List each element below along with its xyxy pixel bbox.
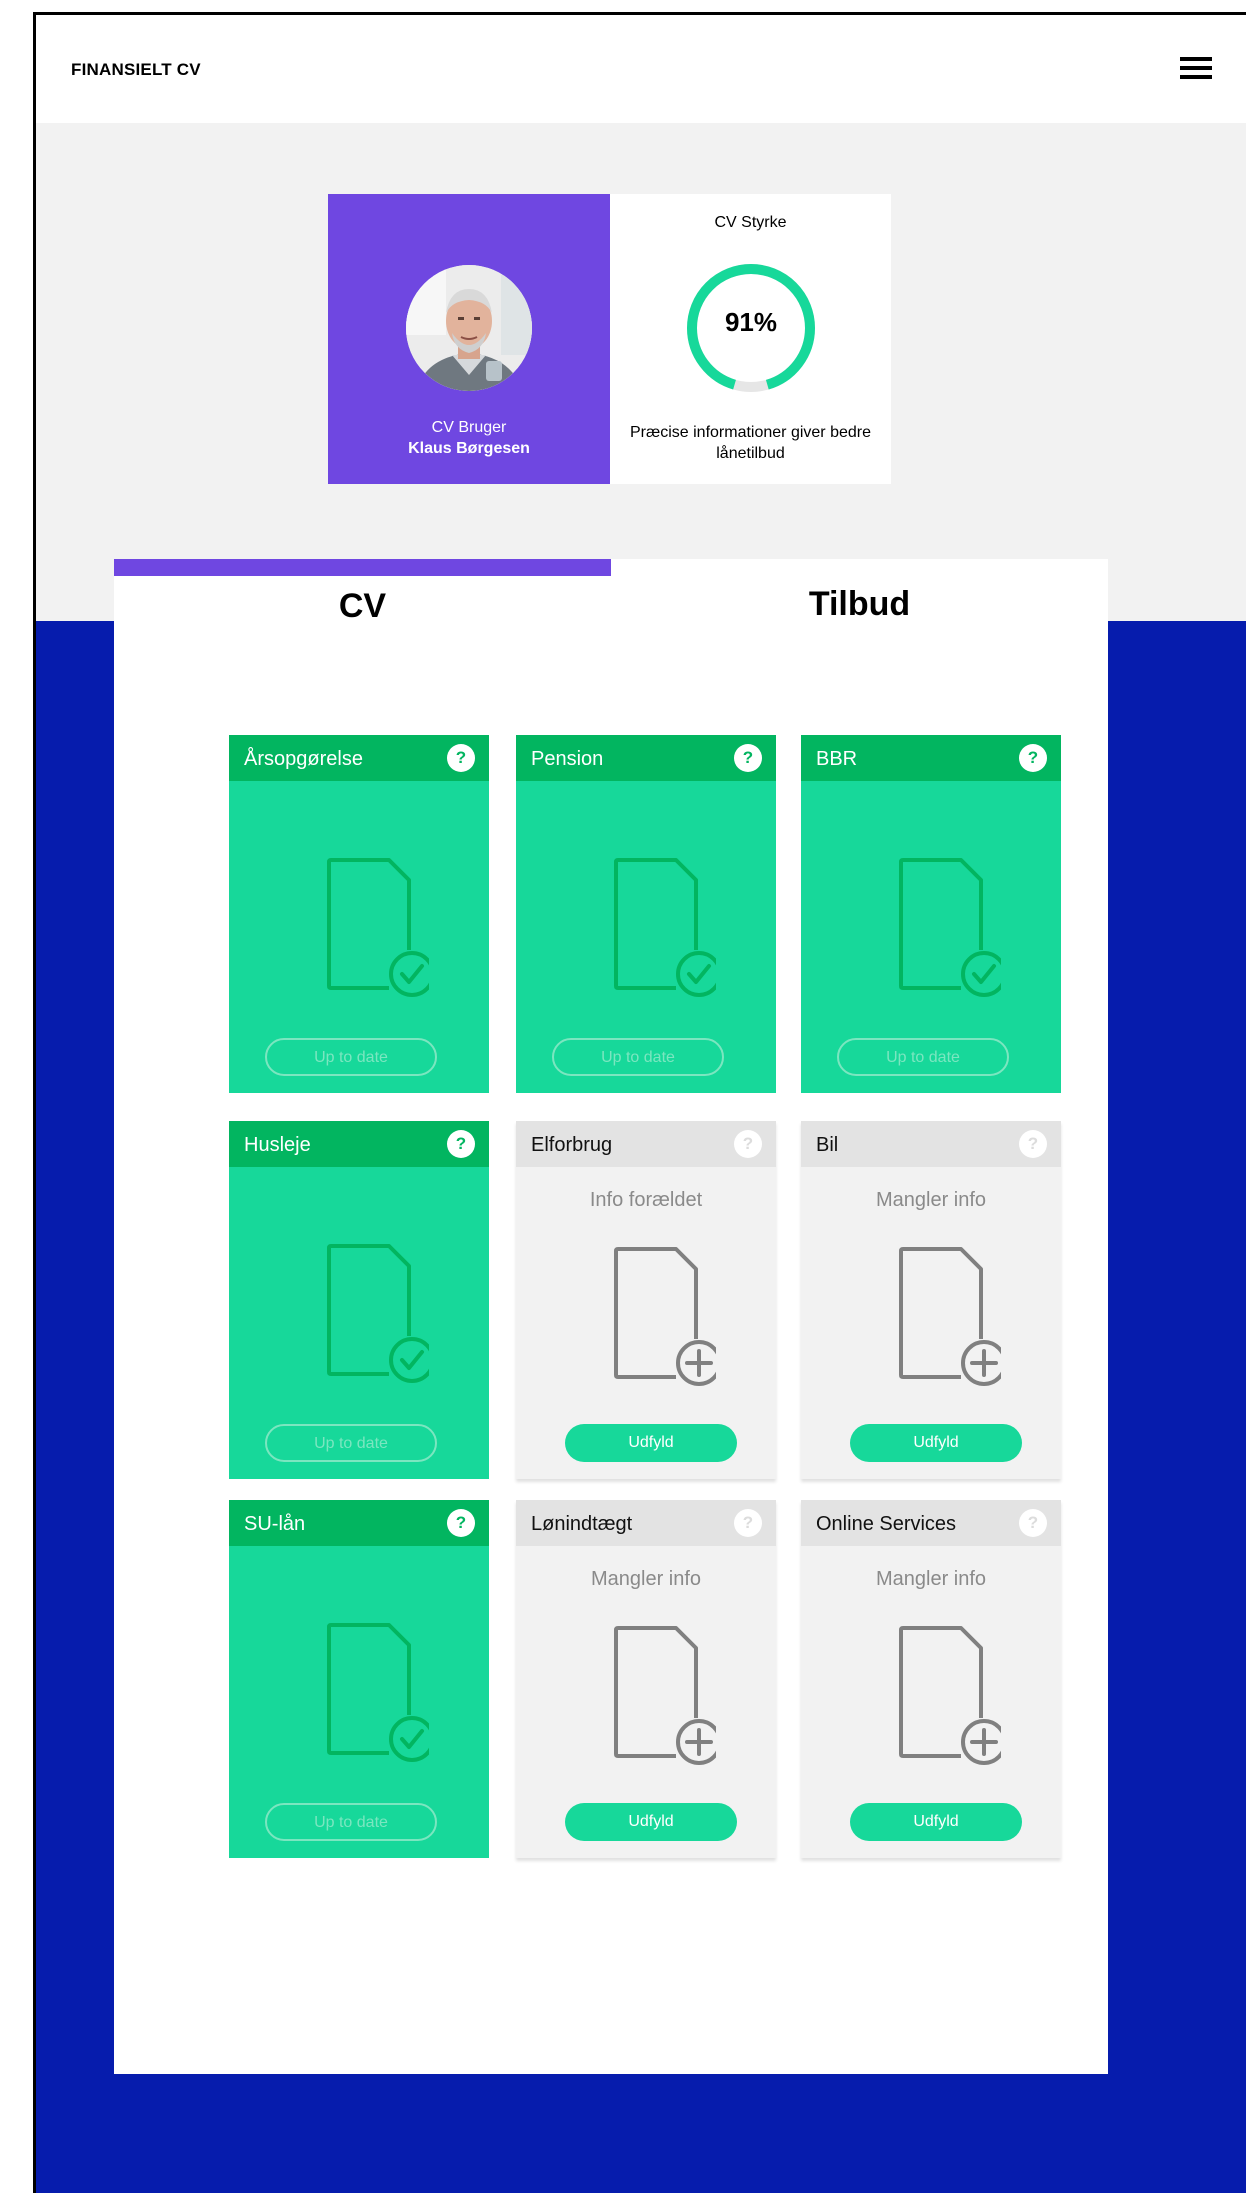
card-title: Lønindtægt — [531, 1513, 633, 1535]
document-add-icon — [586, 1618, 722, 1768]
udfyld-button[interactable]: Udfyld — [850, 1803, 1022, 1841]
card-header: Elforbrug? — [516, 1121, 776, 1167]
card-header: Bil? — [801, 1121, 1061, 1167]
document-add-icon — [871, 1239, 1007, 1389]
document-add-icon — [586, 1239, 722, 1389]
card-header: BBR? — [801, 735, 1061, 781]
card-header: Online Services? — [801, 1500, 1061, 1546]
cv-card[interactable]: Årsopgørelse? Up to date — [229, 735, 489, 1093]
up-to-date-button[interactable]: Up to date — [552, 1038, 724, 1076]
cv-card[interactable]: Husleje? Up to date — [229, 1121, 489, 1479]
card-title: Bil — [816, 1134, 839, 1156]
hamburger-icon[interactable] — [1180, 57, 1212, 79]
card-header: Årsopgørelse? — [229, 735, 489, 781]
udfyld-button[interactable]: Udfyld — [565, 1424, 737, 1462]
card-title: Elforbrug — [531, 1134, 613, 1156]
card-header: SU-lån? — [229, 1500, 489, 1546]
up-to-date-button[interactable]: Up to date — [837, 1038, 1009, 1076]
help-icon[interactable]: ? — [1019, 744, 1047, 772]
help-icon[interactable]: ? — [1019, 1509, 1047, 1537]
cv-strength-title: CV Styrke — [714, 214, 787, 231]
card-status: Mangler info — [590, 1568, 702, 1590]
help-icon[interactable]: ? — [447, 1130, 475, 1158]
up-to-date-button[interactable]: Up to date — [265, 1038, 437, 1076]
card-status: Mangler info — [875, 1568, 987, 1590]
tab-tilbud-label: Tilbud — [808, 585, 911, 623]
cv-card[interactable]: Elforbrug? Info forældet Udfyld — [516, 1121, 776, 1479]
udfyld-button[interactable]: Udfyld — [565, 1803, 737, 1841]
cv-strength-note: Præcise informationer giver bedre låneti… — [630, 424, 871, 462]
card-status: Info forældet — [589, 1189, 703, 1211]
card-title: Online Services — [816, 1513, 957, 1535]
cv-card[interactable]: Pension? Up to date — [516, 735, 776, 1093]
cv-card[interactable]: Online Services? Mangler info Udfyld — [801, 1500, 1061, 1858]
help-icon[interactable]: ? — [734, 744, 762, 772]
document-check-icon — [871, 850, 1007, 1000]
help-icon[interactable]: ? — [1019, 1130, 1047, 1158]
cv-card[interactable]: Lønindtægt? Mangler info Udfyld — [516, 1500, 776, 1858]
user-role: CV Bruger — [431, 419, 507, 436]
card-title: SU-lån — [244, 1513, 306, 1535]
cv-strength-value: 91% — [724, 307, 778, 337]
avatar — [406, 265, 532, 391]
document-check-icon — [299, 1236, 435, 1386]
profile-user-panel: CV Bruger Klaus Børgesen — [328, 194, 610, 484]
help-icon[interactable]: ? — [447, 744, 475, 772]
card-header: Husleje? — [229, 1121, 489, 1167]
profile-card: CV Bruger Klaus Børgesen CV Styrke 91% P… — [328, 194, 891, 484]
card-header: Lønindtægt? — [516, 1500, 776, 1546]
document-check-icon — [586, 850, 722, 1000]
help-icon[interactable]: ? — [734, 1130, 762, 1158]
document-add-icon — [871, 1618, 1007, 1768]
card-title: Pension — [531, 748, 604, 770]
cv-panel: CV Tilbud Årsopgørelse? Up to date Pension… — [114, 559, 1108, 2074]
top-header: FINANSIELT CV — [36, 15, 1246, 123]
brand-logo[interactable]: FINANSIELT CV — [71, 60, 201, 80]
cv-strength-panel: CV Styrke 91% Præcise informationer give… — [610, 194, 891, 484]
cv-card[interactable]: BBR? Up to date — [801, 735, 1061, 1093]
up-to-date-button[interactable]: Up to date — [265, 1803, 437, 1841]
help-icon[interactable]: ? — [734, 1509, 762, 1537]
cv-card[interactable]: SU-lån? Up to date — [229, 1500, 489, 1858]
document-check-icon — [299, 850, 435, 1000]
document-check-icon — [299, 1615, 435, 1765]
card-title: Årsopgørelse — [244, 748, 363, 770]
tab-tilbud[interactable]: Tilbud — [611, 559, 1108, 629]
card-title: Husleje — [244, 1134, 311, 1156]
card-status: Mangler info — [875, 1189, 987, 1211]
tab-cv-label: CV — [338, 587, 387, 625]
udfyld-button[interactable]: Udfyld — [850, 1424, 1022, 1462]
cv-card[interactable]: Bil? Mangler info Udfyld — [801, 1121, 1061, 1479]
card-title: BBR — [816, 748, 858, 770]
tab-cv[interactable]: CV — [114, 559, 611, 629]
up-to-date-button[interactable]: Up to date — [265, 1424, 437, 1462]
card-header: Pension? — [516, 735, 776, 781]
user-name: Klaus Børgesen — [408, 440, 530, 457]
help-icon[interactable]: ? — [447, 1509, 475, 1537]
